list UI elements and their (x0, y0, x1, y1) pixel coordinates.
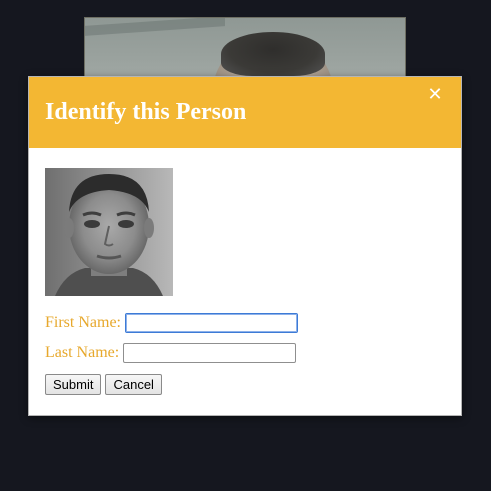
dialog-title: Identify this Person (45, 99, 247, 125)
cancel-button[interactable]: Cancel (105, 374, 162, 395)
first-name-row: First Name: (45, 312, 445, 334)
camera-hair (221, 32, 325, 76)
first-name-input[interactable] (125, 313, 298, 333)
dialog-header: Identify this Person ✕ (29, 77, 461, 148)
dialog-buttons: Submit Cancel (45, 374, 445, 395)
camera-background (85, 18, 225, 36)
submit-button[interactable]: Submit (45, 374, 102, 395)
face-photo (45, 168, 173, 296)
close-icon[interactable]: ✕ (425, 85, 445, 105)
last-name-label: Last Name: (45, 344, 120, 361)
identify-person-dialog: Identify this Person ✕ First Name: Last … (28, 76, 462, 416)
last-name-row: Last Name: (45, 342, 445, 364)
first-name-label: First Name: (45, 314, 121, 331)
page: Identify this Person ✕ First Name: Last … (0, 0, 491, 491)
dialog-body: First Name: Last Name: Submit Cancel (29, 148, 461, 395)
last-name-input[interactable] (123, 343, 297, 363)
